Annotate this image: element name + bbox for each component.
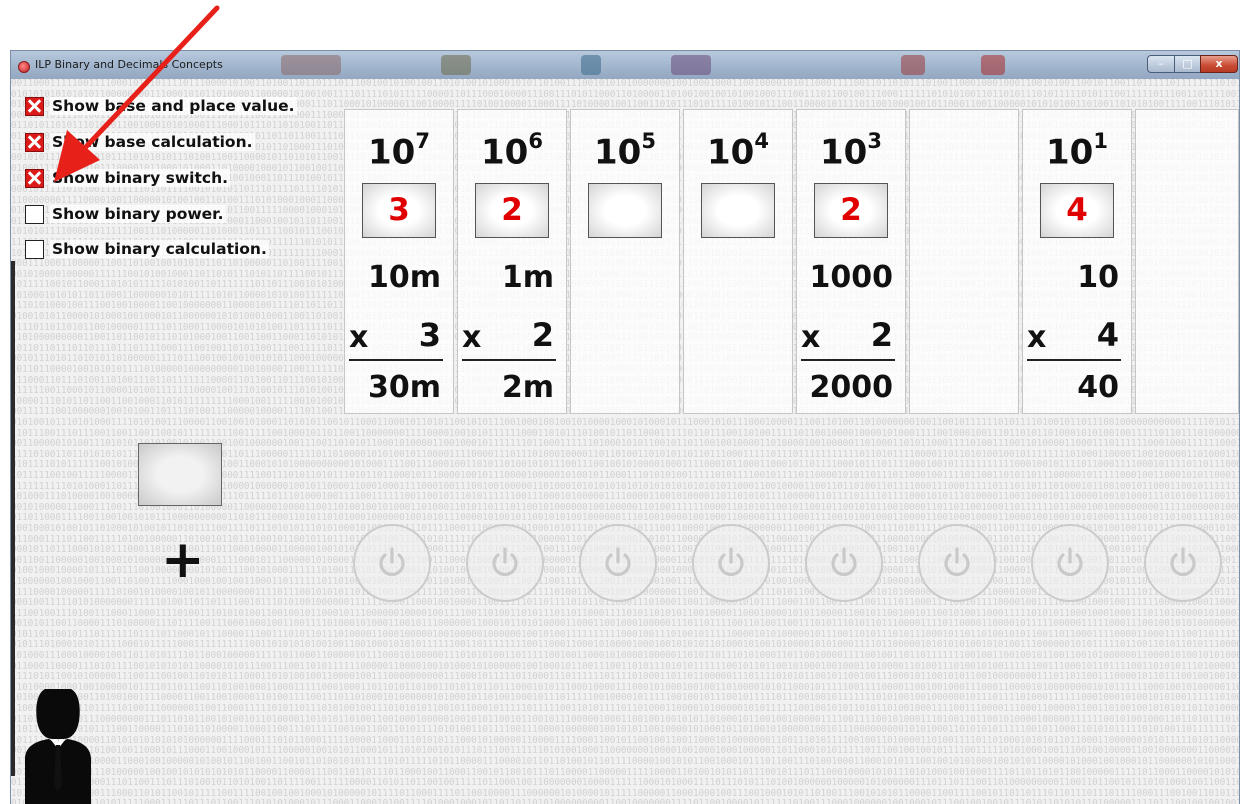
- binary-switch[interactable]: [353, 524, 431, 602]
- app-icon: [18, 61, 30, 73]
- place-column-partial: [1135, 109, 1239, 414]
- power-icon: [605, 547, 631, 577]
- calculation-rule: [462, 359, 556, 361]
- base-power: 106: [458, 129, 566, 173]
- calculation-result: 40: [1077, 370, 1119, 405]
- checkbox-show-base-calculation[interactable]: [25, 132, 44, 152]
- base-power: 101: [1023, 129, 1131, 173]
- option-show-binary-switch[interactable]: Show binary switch.: [25, 167, 230, 189]
- digit-input[interactable]: 4: [1040, 183, 1114, 238]
- place-column-10-6: 106 2 1m x 2 2m: [457, 109, 567, 414]
- binary-switch[interactable]: [918, 524, 996, 602]
- place-column-empty: [909, 109, 1019, 414]
- calculation-result: 2000: [809, 370, 894, 405]
- exponent: 7: [415, 129, 430, 153]
- checkbox-show-base-and-place-value[interactable]: [25, 96, 44, 116]
- base: 10: [1046, 132, 1094, 173]
- binary-switch[interactable]: [1144, 524, 1222, 602]
- digit-input[interactable]: 2: [814, 183, 888, 238]
- calculation-rule: [801, 359, 895, 361]
- option-show-binary-power[interactable]: Show binary power.: [25, 203, 226, 225]
- binary-switch[interactable]: [1031, 524, 1109, 602]
- total-input-box[interactable]: [138, 443, 222, 506]
- multiplier: 3: [418, 316, 441, 354]
- base-power: 107: [345, 129, 453, 173]
- multiply-sign: x: [1027, 320, 1047, 355]
- option-label: Show binary calculation.: [50, 240, 269, 258]
- base: 10: [368, 132, 416, 173]
- multiply-sign: x: [801, 320, 821, 355]
- place-value: 10m: [367, 260, 441, 295]
- base-power: 103: [797, 129, 905, 173]
- calculation-rule: [349, 359, 443, 361]
- power-icon: [831, 547, 857, 577]
- close-button[interactable]: x: [1200, 55, 1238, 73]
- binary-switch[interactable]: [579, 524, 657, 602]
- exponent: 6: [528, 129, 543, 153]
- base: 10: [707, 132, 755, 173]
- option-show-binary-calculation[interactable]: Show binary calculation.: [25, 238, 269, 260]
- exponent: 4: [754, 129, 769, 153]
- base-power: 104: [684, 129, 792, 173]
- digit-input[interactable]: [588, 183, 662, 238]
- multiply-sign: x: [349, 320, 369, 355]
- option-show-base-and-place-value[interactable]: Show base and place value.: [25, 95, 297, 117]
- place-column-10-7: 107 3 10m x 3 30m: [344, 109, 454, 414]
- minimize-button[interactable]: –: [1147, 55, 1175, 73]
- multiplier: 2: [870, 316, 893, 354]
- place-column-10-1: 101 4 10 x 4 40: [1022, 109, 1132, 414]
- power-icon: [379, 547, 405, 577]
- base: 10: [594, 132, 642, 173]
- option-label: Show binary switch.: [50, 169, 230, 187]
- place-column-10-5: 105: [570, 109, 680, 414]
- option-label: Show binary power.: [50, 205, 226, 223]
- option-label: Show base calculation.: [50, 133, 255, 151]
- power-icon: [1057, 547, 1083, 577]
- multiplier: 4: [1096, 316, 1119, 354]
- power-icon: [1170, 547, 1196, 577]
- checkbox-show-binary-switch[interactable]: [25, 168, 44, 188]
- place-column-10-4: 104: [683, 109, 793, 414]
- power-icon: [492, 547, 518, 577]
- base-power: 105: [571, 129, 679, 173]
- place-value: 10: [1077, 260, 1119, 295]
- calculation-result: 2m: [501, 370, 554, 405]
- exponent: 5: [641, 129, 656, 153]
- digit-input[interactable]: [701, 183, 775, 238]
- checkbox-show-binary-power[interactable]: [25, 204, 44, 224]
- checkbox-show-binary-calculation[interactable]: [25, 239, 44, 259]
- title-bar[interactable]: ILP Binary and Decimals Concepts – □ x: [11, 51, 1239, 79]
- anonymous-suit-icon: [25, 689, 91, 804]
- place-column-10-3: 103 2 1000 x 2 2000: [796, 109, 906, 414]
- exponent: 3: [867, 129, 882, 153]
- place-value: 1000: [809, 260, 894, 295]
- power-icon: [718, 547, 744, 577]
- digit-input[interactable]: 3: [362, 183, 436, 238]
- multiplier: 2: [531, 316, 554, 354]
- calculation-rule: [1027, 359, 1121, 361]
- option-show-base-calculation[interactable]: Show base calculation.: [25, 131, 255, 153]
- multiply-sign: x: [462, 320, 482, 355]
- power-icon: [944, 547, 970, 577]
- left-edge-strip: [11, 261, 15, 776]
- calculation-result: 30m: [367, 370, 441, 405]
- option-label: Show base and place value.: [50, 97, 297, 115]
- place-value: 1m: [501, 260, 554, 295]
- maximize-button[interactable]: □: [1174, 55, 1201, 73]
- exponent: 1: [1093, 129, 1108, 153]
- binary-switch[interactable]: [692, 524, 770, 602]
- digit-input[interactable]: 2: [475, 183, 549, 238]
- base: 10: [481, 132, 529, 173]
- binary-switch[interactable]: [805, 524, 883, 602]
- plus-sign[interactable]: +: [161, 534, 205, 586]
- window-title: ILP Binary and Decimals Concepts: [35, 58, 223, 71]
- binary-switch[interactable]: [466, 524, 544, 602]
- app-window: ILP Binary and Decimals Concepts – □ x 0…: [10, 50, 1240, 804]
- base: 10: [820, 132, 868, 173]
